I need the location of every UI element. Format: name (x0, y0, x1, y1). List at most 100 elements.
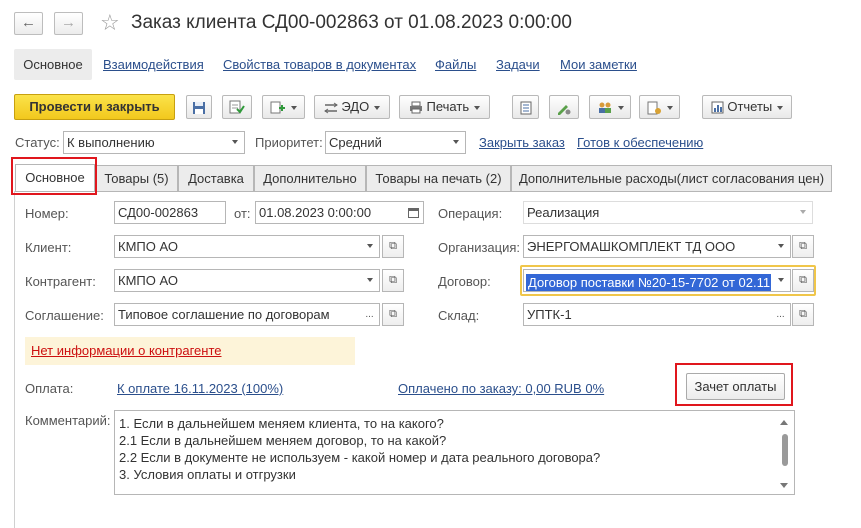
comment-line: 2.2 Если в документе не используем - как… (119, 450, 601, 465)
client-label: Клиент: (25, 240, 72, 255)
section-notes[interactable]: Мои заметки (560, 57, 637, 72)
calendar-button[interactable] (404, 201, 424, 224)
organization-dropdown[interactable] (771, 235, 791, 258)
open-icon: ⧉ (389, 240, 397, 252)
client-open-button[interactable]: ⧉ (382, 235, 404, 258)
warehouse-field[interactable]: УПТК-1 (523, 303, 772, 326)
tab-extra-expenses[interactable]: Дополнительные расходы(лист согласования… (511, 165, 832, 191)
back-button[interactable]: ← (14, 12, 43, 35)
open-icon: ⧉ (799, 308, 807, 320)
dropdown-icon (799, 210, 806, 215)
tab-delivery[interactable]: Доставка (178, 165, 254, 191)
payment-label: Оплата: (25, 381, 74, 396)
number-label: Номер: (25, 206, 69, 221)
payment-due-link[interactable]: К оплате 16.11.2023 (100%) (117, 381, 283, 396)
warehouse-label: Склад: (438, 308, 480, 323)
contract-dropdown[interactable] (771, 269, 791, 292)
client-dropdown[interactable] (360, 235, 380, 258)
warehouse-select-button[interactable]: ... (771, 303, 791, 326)
priority-field[interactable]: Средний (325, 131, 447, 154)
status-dropdown[interactable] (225, 131, 245, 154)
comment-textarea[interactable]: 1. Если в дальнейшем меняем клиента, то … (114, 410, 795, 495)
comment-line: 3. Условия оплаты и отгрузки (119, 467, 296, 482)
status-label: Статус: (15, 135, 60, 150)
section-files[interactable]: Файлы (435, 57, 476, 72)
dropdown-icon (474, 105, 481, 110)
users-icon (598, 102, 611, 113)
priority-dropdown[interactable] (446, 131, 466, 154)
sign-button[interactable] (549, 95, 579, 119)
forward-button[interactable]: → (54, 12, 83, 35)
post-button[interactable] (222, 95, 252, 119)
agreement-label: Соглашение: (25, 308, 104, 323)
highlight-payment-offset (675, 363, 793, 406)
section-tasks[interactable]: Задачи (496, 57, 540, 72)
scroll-up-icon[interactable] (780, 420, 788, 425)
doc-settings-button[interactable] (639, 95, 680, 119)
tab-additional[interactable]: Дополнительно (254, 165, 366, 191)
sign-icon (558, 104, 571, 115)
tab-goods[interactable]: Товары (5) (95, 165, 178, 191)
post-and-close-button[interactable]: Провести и закрыть (14, 94, 175, 120)
users-button[interactable] (589, 95, 631, 119)
save-button[interactable] (186, 95, 212, 119)
priority-label: Приоритет: (255, 135, 323, 150)
dropdown-icon (374, 105, 381, 110)
section-product-properties[interactable]: Свойства товаров в документах (223, 57, 416, 72)
scroll-down-icon[interactable] (780, 483, 788, 488)
counterparty-label: Контрагент: (25, 274, 96, 289)
paid-by-order-link[interactable]: Оплачено по заказу: 0,00 RUB 0% (398, 381, 604, 396)
organization-label: Организация: (438, 240, 521, 255)
save-icon (193, 101, 205, 114)
open-icon: ⧉ (389, 308, 397, 320)
list-button[interactable] (512, 95, 539, 119)
warehouse-open-button[interactable]: ⧉ (792, 303, 814, 326)
section-interactions[interactable]: Взаимодействия (103, 57, 204, 72)
reports-label: Отчеты (727, 99, 773, 114)
create-based-icon (270, 101, 285, 114)
contract-label: Договор: (438, 274, 491, 289)
open-icon: ⧉ (389, 274, 397, 286)
dropdown-icon (666, 105, 673, 110)
close-order-link[interactable]: Закрыть заказ (479, 135, 565, 150)
number-field[interactable]: СД00-002863 (114, 201, 226, 224)
dropdown-icon (617, 105, 624, 110)
comment-line: 2.1 Если в дальнейшем меняем договор, то… (119, 433, 447, 448)
client-field[interactable]: КМПО АО (114, 235, 361, 258)
print-button[interactable]: Печать (399, 95, 490, 119)
list-icon (520, 101, 531, 115)
dropdown-icon (777, 105, 784, 110)
no-counterparty-info-link[interactable]: Нет информации о контрагенте (31, 343, 222, 358)
operation-dropdown[interactable] (793, 201, 813, 224)
agreement-field[interactable]: Типовое соглашение по договорам (114, 303, 361, 326)
post-icon (229, 100, 245, 114)
agreement-select-button[interactable]: ... (360, 303, 380, 326)
calendar-icon (408, 207, 419, 218)
tab-divider (14, 191, 832, 192)
section-main[interactable]: Основное (14, 49, 92, 80)
dropdown-icon (777, 244, 784, 249)
counterparty-open-button[interactable]: ⧉ (382, 269, 404, 292)
counterparty-field[interactable]: КМПО АО (114, 269, 361, 292)
edo-button[interactable]: ЭДО (314, 95, 390, 119)
ready-to-provide-link[interactable]: Готов к обеспечению (577, 135, 703, 150)
dropdown-icon (366, 278, 373, 283)
comment-scrollbar-thumb[interactable] (782, 434, 788, 466)
status-field[interactable]: К выполнению (63, 131, 226, 154)
comment-label: Комментарий: (25, 413, 111, 428)
organization-field[interactable]: ЭНЕРГОМАШКОМПЛЕКТ ТД ООО (523, 235, 772, 258)
edo-icon (323, 102, 338, 113)
agreement-open-button[interactable]: ⧉ (382, 303, 404, 326)
contract-field[interactable]: Договор поставки №20-15-7702 от 02.11 (523, 269, 772, 292)
operation-field[interactable]: Реализация (523, 201, 794, 224)
date-field[interactable]: 01.08.2023 0:00:00 (255, 201, 405, 224)
reports-button[interactable]: Отчеты (702, 95, 792, 119)
tab-print-goods[interactable]: Товары на печать (2) (366, 165, 511, 191)
contract-open-button[interactable]: ⧉ (792, 269, 814, 292)
window-title: Заказ клиента СД00-002863 от 01.08.2023 … (131, 12, 572, 33)
counterparty-dropdown[interactable] (360, 269, 380, 292)
star-icon[interactable]: ☆ (100, 11, 120, 35)
organization-open-button[interactable]: ⧉ (792, 235, 814, 258)
from-label: от: (234, 206, 251, 221)
create-based-on-button[interactable] (262, 95, 305, 119)
